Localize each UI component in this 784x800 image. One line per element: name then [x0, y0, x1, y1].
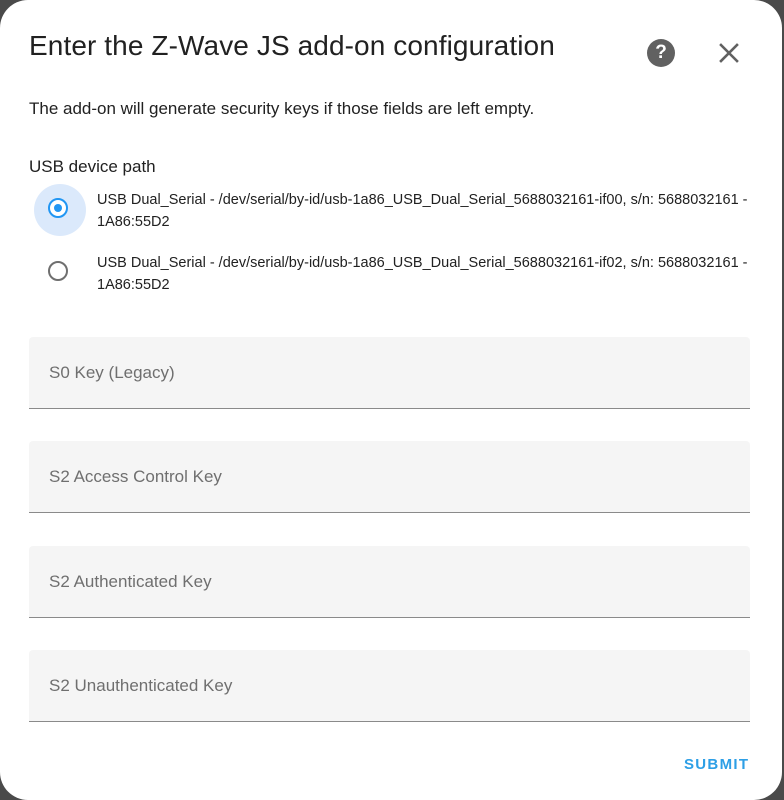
help-glyph: ?: [655, 42, 667, 63]
s2-access-control-key-field[interactable]: [29, 441, 750, 513]
usb-option-label: USB Dual_Serial - /dev/serial/by-id/usb-…: [97, 192, 748, 230]
close-icon[interactable]: [713, 37, 745, 69]
s2-authenticated-key-input[interactable]: [29, 546, 750, 617]
usb-device-path-label: USB device path: [29, 157, 156, 176]
usb-option-label: USB Dual_Serial - /dev/serial/by-id/usb-…: [97, 255, 748, 293]
s2-access-control-key-input[interactable]: [29, 441, 750, 512]
usb-option-if00[interactable]: USB Dual_Serial - /dev/serial/by-id/usb-…: [34, 184, 754, 236]
s2-authenticated-key-field[interactable]: [29, 546, 750, 618]
radio-focus-halo: [34, 184, 86, 236]
submit-button[interactable]: SUBMIT: [676, 752, 757, 777]
radio-button-unchecked[interactable]: [48, 261, 68, 281]
s2-unauthenticated-key-input[interactable]: [29, 650, 750, 721]
dialog-description: The add-on will generate security keys i…: [29, 99, 535, 118]
usb-option-if02[interactable]: USB Dual_Serial - /dev/serial/by-id/usb-…: [34, 247, 754, 299]
close-icon-svg: [719, 43, 739, 63]
radio-button-checked[interactable]: [48, 198, 68, 218]
radio-halo: [34, 247, 86, 299]
help-icon[interactable]: ?: [647, 39, 675, 67]
s2-unauthenticated-key-field[interactable]: [29, 650, 750, 722]
s0-key-field[interactable]: [29, 337, 750, 409]
zwave-config-dialog: Enter the Z-Wave JS add-on configuration…: [0, 0, 782, 800]
s0-key-input[interactable]: [29, 337, 750, 408]
radio-dot: [54, 204, 62, 212]
dialog-title: Enter the Z-Wave JS add-on configuration: [29, 30, 555, 61]
